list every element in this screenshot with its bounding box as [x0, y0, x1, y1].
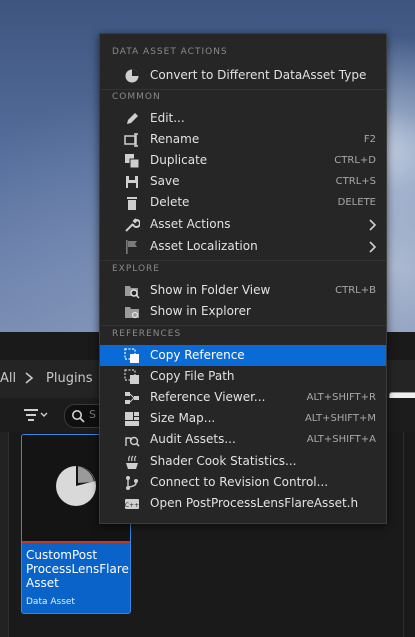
audit-icon	[125, 436, 140, 447]
breadcrumb-chevron-icon	[25, 372, 34, 384]
filter-icon[interactable]	[24, 407, 48, 423]
menu-item-label: Shader Cook Statistics...	[150, 454, 297, 468]
menu-item-size-map[interactable]: Size Map... ALT+SHIFT+M	[100, 408, 386, 429]
asset-type: Data Asset	[26, 597, 75, 607]
submenu-chevron-icon	[369, 219, 376, 231]
svg-text:C++: C++	[125, 502, 139, 509]
menu-item-label: Delete	[150, 195, 190, 209]
reference-viewer-icon	[125, 392, 139, 404]
shader-icon	[126, 455, 138, 469]
menu-item-label: Copy File Path	[150, 369, 235, 383]
pencil-icon	[127, 113, 138, 124]
shortcut: CTRL+D	[334, 155, 376, 166]
section-header-data-asset-actions: DATA ASSET ACTIONS	[112, 47, 228, 57]
menu-item-label: Show in Folder View	[150, 283, 271, 297]
menu-item-copy-file-path[interactable]: Copy File Path	[100, 366, 386, 387]
size-map-icon	[125, 412, 139, 426]
shortcut: ALT+SHIFT+A	[306, 434, 376, 445]
menu-item-label: Connect to Revision Control...	[150, 475, 329, 489]
breadcrumb-all[interactable]: All	[0, 371, 16, 386]
shortcut: ALT+SHIFT+M	[304, 413, 376, 424]
menu-item-label: Open PostProcessLensFlareAsset.h	[150, 496, 359, 510]
menu-item-label: Duplicate	[150, 153, 208, 167]
menu-item-label: Asset Actions	[150, 217, 231, 231]
menu-item-convert[interactable]: Convert to Different DataAsset Type	[100, 65, 386, 86]
menu-item-label: Edit...	[150, 111, 185, 125]
menu-item-connect-revision-control[interactable]: Connect to Revision Control...	[100, 472, 386, 493]
menu-item-show-in-explorer[interactable]: Show in Explorer	[100, 301, 386, 322]
sources-panel-edge	[0, 432, 9, 637]
section-header-explore: EXPLORE	[112, 264, 160, 274]
data-asset-icon	[56, 466, 96, 506]
trash-icon	[127, 197, 137, 210]
wrench-icon	[125, 218, 140, 232]
asset-name: CustomPost ProcessLensFlare Asset	[26, 548, 129, 590]
shortcut: F2	[363, 134, 376, 145]
menu-item-asset-actions[interactable]: Asset Actions	[100, 214, 386, 235]
shortcut: ALT+SHIFT+R	[306, 392, 376, 403]
menu-item-label: Copy Reference	[150, 348, 245, 362]
menu-item-label: Convert to Different DataAsset Type	[150, 68, 367, 82]
menu-item-label: Rename	[150, 132, 200, 146]
folder-search-icon	[125, 286, 140, 299]
copy-path-icon	[124, 369, 139, 384]
section-header-common: COMMON	[112, 92, 161, 102]
menu-item-label: Save	[150, 174, 180, 188]
breadcrumb-plugins[interactable]: Plugins	[46, 371, 93, 386]
menu-item-label: Audit Assets...	[150, 432, 236, 446]
menu-separator	[100, 260, 386, 261]
submenu-chevron-icon	[369, 241, 376, 253]
menu-item-label: Asset Localization	[150, 239, 258, 253]
copy-reference-icon	[124, 348, 139, 363]
shortcut: CTRL+B	[335, 285, 376, 296]
folder-icon	[125, 307, 139, 319]
shortcut: CTRL+S	[335, 176, 376, 187]
menu-item-rename[interactable]: Rename F2	[100, 129, 386, 150]
rename-icon	[124, 133, 138, 147]
menu-item-show-in-folder-view[interactable]: Show in Folder View CTRL+B	[100, 280, 386, 301]
context-menu: DATA ASSET ACTIONS Convert to Different …	[99, 33, 387, 524]
search-icon	[72, 410, 85, 423]
cpp-file-icon: C++	[125, 499, 139, 509]
save-icon	[126, 176, 138, 188]
flag-icon	[126, 240, 137, 254]
menu-item-asset-localization[interactable]: Asset Localization	[100, 236, 386, 257]
menu-separator	[100, 325, 386, 326]
menu-item-copy-reference[interactable]: Copy Reference	[100, 345, 386, 366]
menu-item-audit-assets[interactable]: Audit Assets... ALT+SHIFT+A	[100, 429, 386, 450]
menu-item-reference-viewer[interactable]: Reference Viewer... ALT+SHIFT+R	[100, 387, 386, 408]
menu-item-label: Show in Explorer	[150, 304, 251, 318]
menu-item-label: Size Map...	[150, 411, 216, 425]
menu-item-delete[interactable]: Delete DELETE	[100, 192, 386, 213]
menu-item-edit[interactable]: Edit...	[100, 108, 386, 129]
duplicate-icon	[125, 154, 140, 169]
panel-divider	[403, 432, 404, 637]
menu-item-shader-cook-statistics[interactable]: Shader Cook Statistics...	[100, 451, 386, 472]
shortcut: DELETE	[337, 197, 376, 208]
menu-item-label: Reference Viewer...	[150, 390, 266, 404]
search-placeholder: S	[89, 408, 96, 421]
menu-separator	[100, 89, 386, 90]
menu-item-duplicate[interactable]: Duplicate CTRL+D	[100, 150, 386, 171]
revision-control-icon	[126, 476, 138, 490]
menu-item-open-header-file[interactable]: C++ Open PostProcessLensFlareAsset.h	[100, 493, 386, 514]
convert-icon	[125, 69, 139, 83]
section-header-references: REFERENCES	[112, 329, 182, 339]
menu-item-save[interactable]: Save CTRL+S	[100, 171, 386, 192]
